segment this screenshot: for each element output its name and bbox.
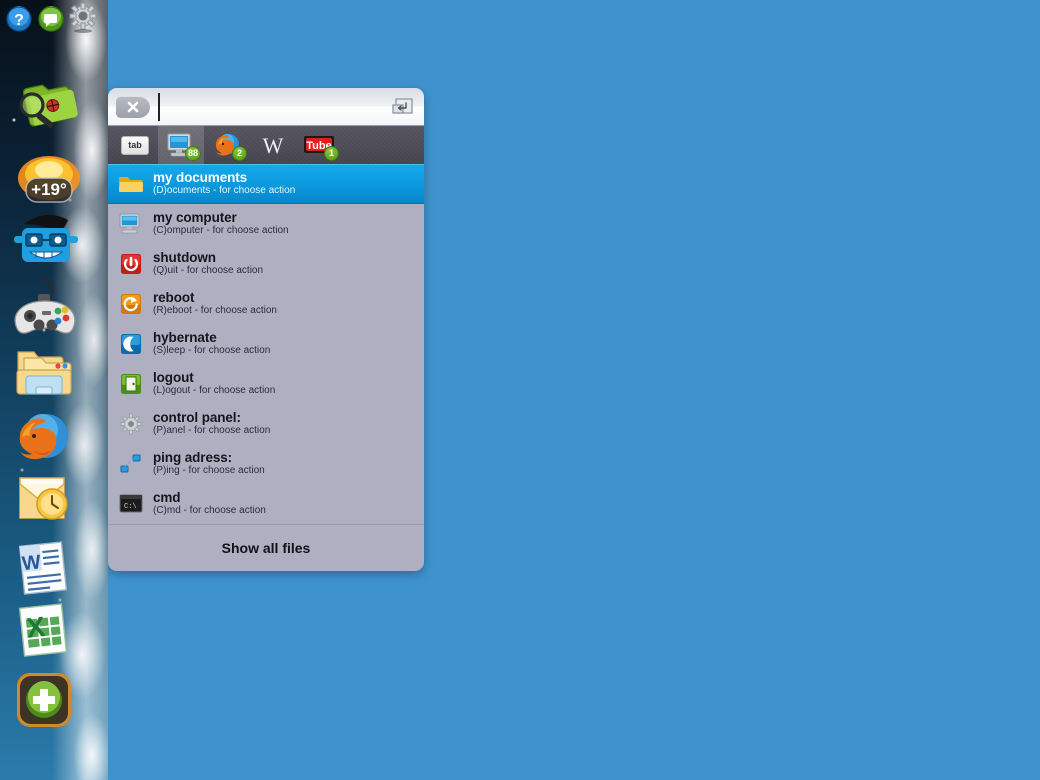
tab-key-label: tab (121, 135, 149, 155)
list-item-subtitle: (D)ocuments - for choose action (153, 185, 296, 197)
chat-icon[interactable] (38, 6, 64, 32)
tab-key[interactable]: tab (112, 126, 158, 164)
tab-youtube[interactable]: Tube 1 (296, 126, 342, 164)
search-input[interactable] (158, 92, 388, 121)
list-item-subtitle: (C)omputer - for choose action (153, 225, 289, 237)
network-ping-icon (118, 451, 144, 477)
computer-icon (118, 211, 144, 237)
list-item-title: control panel: (153, 409, 241, 425)
gear-icon (118, 411, 144, 437)
list-item-title: reboot (153, 289, 195, 305)
tab-computer[interactable]: 88 (158, 126, 204, 164)
enter-key-icon[interactable] (388, 94, 418, 120)
tab-badge: 2 (232, 146, 247, 161)
search-folder-icon[interactable] (10, 72, 82, 140)
power-icon (118, 251, 144, 277)
list-item-ping-adress[interactable]: ping adress: (P)ing - for choose action (108, 444, 424, 484)
desktop: ? +19° W X tab 88 2 W Tube 1 my document… (0, 0, 1040, 780)
launcher-panel: tab 88 2 W Tube 1 my documents (D)ocumen… (108, 88, 424, 571)
list-item-logout[interactable]: logout (L)ogout - for choose action (108, 364, 424, 404)
list-item-title: my computer (153, 209, 237, 225)
tab-wikipedia[interactable]: W (250, 126, 296, 164)
show-all-files-button[interactable]: Show all files (108, 524, 424, 571)
search-bar (108, 88, 424, 126)
word-icon[interactable]: W (14, 538, 76, 598)
list-item-subtitle: (S)leep - for choose action (153, 345, 271, 357)
close-icon[interactable] (116, 95, 150, 118)
moon-icon (118, 331, 144, 357)
tab-badge: 88 (184, 146, 201, 161)
list-item-cmd[interactable]: C:\ cmd (C)md - for choose action (108, 484, 424, 524)
mascot-icon[interactable] (10, 206, 82, 276)
excel-icon[interactable]: X (14, 600, 76, 660)
list-item-title: hybernate (153, 329, 217, 345)
list-item-title: logout (153, 369, 194, 385)
tab-bar: tab 88 2 W Tube 1 (108, 126, 424, 164)
list-item-subtitle: (P)anel - for choose action (153, 425, 271, 437)
list-item-title: my documents (153, 169, 248, 185)
launcher-list: my documents (D)ocuments - for choose ac… (108, 164, 424, 524)
svg-text:C:\: C:\ (124, 503, 137, 511)
list-item-title: ping adress: (153, 449, 233, 465)
list-item-my-documents[interactable]: my documents (D)ocuments - for choose ac… (108, 164, 424, 204)
folder-icon (118, 171, 144, 197)
outlook-icon[interactable] (12, 470, 76, 530)
list-item-control-panel[interactable]: control panel: (P)anel - for choose acti… (108, 404, 424, 444)
list-item-subtitle: (C)md - for choose action (153, 505, 266, 517)
firefox-icon[interactable] (12, 406, 76, 470)
weather-temperature: +19° (31, 180, 67, 199)
svg-text:W: W (21, 551, 42, 575)
list-item-subtitle: (L)ogout - for choose action (153, 385, 276, 397)
terminal-icon: C:\ (118, 491, 144, 517)
list-item-subtitle: (R)eboot - for choose action (153, 305, 277, 317)
list-item-my-computer[interactable]: my computer (C)omputer - for choose acti… (108, 204, 424, 244)
add-button-icon[interactable] (14, 670, 74, 730)
list-item-title: cmd (153, 489, 181, 505)
list-item-hybernate[interactable]: hybernate (S)leep - for choose action (108, 324, 424, 364)
door-exit-icon (118, 371, 144, 397)
settings-gear-icon[interactable] (68, 2, 98, 34)
svg-text:?: ? (14, 12, 24, 29)
list-item-reboot[interactable]: reboot (R)eboot - for choose action (108, 284, 424, 324)
tab-firefox[interactable]: 2 (204, 126, 250, 164)
svg-text:X: X (25, 611, 47, 644)
wikipedia-icon: W (263, 133, 284, 158)
list-item-subtitle: (P)ing - for choose action (153, 465, 265, 477)
folders-icon[interactable] (10, 340, 80, 402)
list-item-subtitle: (Q)uit - for choose action (153, 265, 264, 277)
show-all-files-label: Show all files (221, 540, 311, 556)
restart-icon (118, 291, 144, 317)
svg-text:W: W (263, 133, 284, 158)
help-icon[interactable]: ? (6, 6, 32, 32)
list-item-shutdown[interactable]: shutdown (Q)uit - for choose action (108, 244, 424, 284)
gamepad-icon[interactable] (8, 278, 82, 340)
tab-badge: 1 (324, 146, 339, 161)
list-item-title: shutdown (153, 249, 216, 265)
